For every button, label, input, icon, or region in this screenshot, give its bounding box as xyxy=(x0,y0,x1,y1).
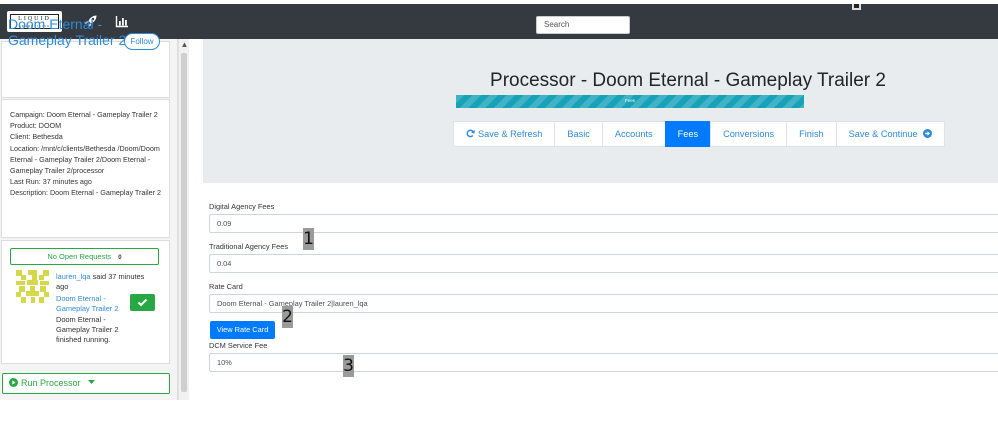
tab-fees[interactable]: Fees xyxy=(664,121,712,147)
progress-label: Fees xyxy=(624,98,635,103)
save-refresh-label: Save & Refresh xyxy=(478,129,543,139)
tab-finish[interactable]: Finish xyxy=(786,121,837,147)
dcm-fee-label: DCM Service Fee xyxy=(209,341,268,350)
acknowledge-button[interactable] xyxy=(130,294,155,311)
run-processor-label: Run Processor xyxy=(21,378,81,388)
open-requests-count: 0 xyxy=(118,255,122,261)
run-processor-button[interactable]: Run Processor xyxy=(2,373,170,394)
scroll-up-icon[interactable]: ▲ xyxy=(179,40,190,49)
message-link[interactable]: Doom Eternal - Gameplay Trailer 2 xyxy=(56,294,126,314)
caret-down-icon xyxy=(88,380,96,384)
save-refresh-button[interactable]: Save & Refresh xyxy=(453,121,556,147)
check-icon xyxy=(137,298,148,307)
tab-accounts[interactable]: Accounts xyxy=(601,121,666,147)
message-body: Doom Eternal - Gameplay Trailer 2 finish… xyxy=(56,315,119,344)
arrow-right-circle-icon xyxy=(923,129,933,138)
view-rate-card-button[interactable]: View Rate Card xyxy=(210,321,275,339)
digital-fees-label: Digital Agency Fees xyxy=(209,202,275,211)
step-tabs: Save & Refresh Basic Accounts Fees Conve… xyxy=(453,121,946,147)
message-user[interactable]: lauren_lqa xyxy=(56,272,91,281)
detail-product: Product: DOOM xyxy=(10,121,62,131)
sidebar-scrollbar[interactable]: ▲ xyxy=(178,39,189,400)
traditional-fees-input[interactable]: 0.04 xyxy=(209,254,998,273)
scroll-thumb[interactable] xyxy=(181,53,187,392)
open-requests-button[interactable]: No Open Requests 0 xyxy=(10,248,159,265)
detail-client: Client: Bethesda xyxy=(10,132,63,142)
follow-button[interactable]: Follow xyxy=(124,33,160,50)
activity-message: lauren_lqa said 37 minutes ago xyxy=(56,272,153,292)
detail-description: Description: Doom Eternal - Gameplay Tra… xyxy=(10,188,161,198)
rate-card-select[interactable]: Doom Eternal - Gameplay Trailer 2|lauren… xyxy=(209,294,998,313)
refresh-icon xyxy=(466,129,475,138)
detail-campaign: Campaign: Doom Eternal - Gameplay Traile… xyxy=(10,110,158,119)
detail-last-run: Last Run: 37 minutes ago xyxy=(10,177,92,187)
dcm-fee-input[interactable]: 10% xyxy=(209,353,998,372)
save-continue-button[interactable]: Save & Continue xyxy=(835,121,946,147)
detail-location: Location: /mnt/c/clients/Bethesda /Doom/… xyxy=(10,143,160,176)
marker-1: 1 xyxy=(303,228,314,250)
avatar xyxy=(16,270,49,303)
page-header xyxy=(203,39,998,183)
processor-details: Campaign: Doom Eternal - Gameplay Traile… xyxy=(10,109,165,199)
marker-2: 2 xyxy=(282,306,293,328)
marker-3: 3 xyxy=(343,355,354,377)
open-requests-label: No Open Requests xyxy=(47,252,112,261)
tab-basic[interactable]: Basic xyxy=(554,121,603,147)
progress-bar: Fees xyxy=(456,95,804,108)
search-input[interactable]: Search xyxy=(536,16,630,34)
cursor-icon xyxy=(852,4,861,10)
traditional-fees-label: Traditional Agency Fees xyxy=(209,242,289,251)
page-title: Processor - Doom Eternal - Gameplay Trai… xyxy=(490,70,886,91)
rate-card-label: Rate Card xyxy=(209,282,243,291)
digital-fees-input[interactable]: 0.09 xyxy=(209,214,998,233)
tab-conversions[interactable]: Conversions xyxy=(710,121,788,147)
save-continue-label: Save & Continue xyxy=(848,129,918,139)
play-circle-icon xyxy=(9,378,18,387)
